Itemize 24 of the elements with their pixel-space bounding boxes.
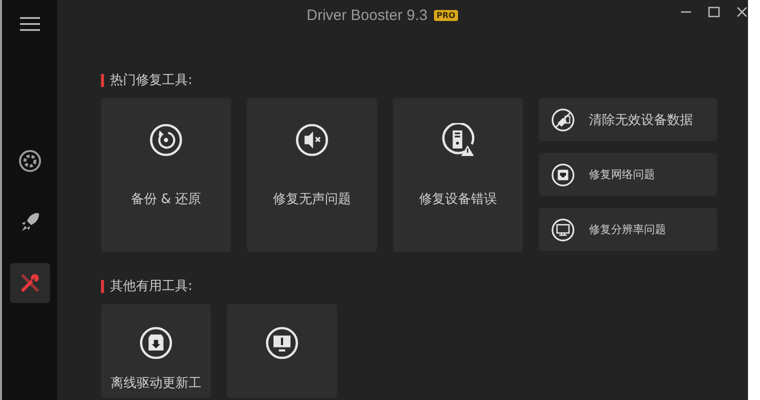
tool-tile[interactable]: 离线驱动更新工: [101, 304, 211, 398]
restore-icon: [149, 123, 183, 157]
tool-row[interactable]: 修复网络问题: [539, 153, 717, 196]
tool-tile[interactable]: 备份 & 还原: [101, 98, 231, 252]
unplug-icon: [551, 108, 575, 132]
tool-tile[interactable]: 修复无声问题: [247, 98, 377, 252]
network-port-icon: [551, 162, 575, 186]
pro-badge: PRO: [434, 10, 458, 20]
section-heading: 其他有用工具:: [110, 278, 192, 295]
device-warning-icon: [441, 123, 475, 157]
mute-icon: [295, 123, 329, 157]
section-heading: 热门修复工具:: [110, 72, 192, 89]
tool-tile[interactable]: [227, 304, 337, 398]
tool-row[interactable]: 清除无效设备数据: [539, 98, 717, 141]
download-box-icon: [139, 326, 173, 360]
window-title: Driver Booster 9.3: [306, 6, 428, 24]
tool-tile[interactable]: 修复设备错误: [393, 98, 523, 252]
tool-row[interactable]: 修复分辨率问题: [539, 208, 717, 251]
monitor-icon: [551, 218, 575, 242]
menu-icon[interactable]: [20, 17, 40, 31]
lifebuoy-icon: [18, 149, 42, 173]
monitor-info-icon: [265, 326, 299, 360]
maximize-icon[interactable]: [708, 6, 720, 18]
close-icon[interactable]: [736, 6, 748, 18]
